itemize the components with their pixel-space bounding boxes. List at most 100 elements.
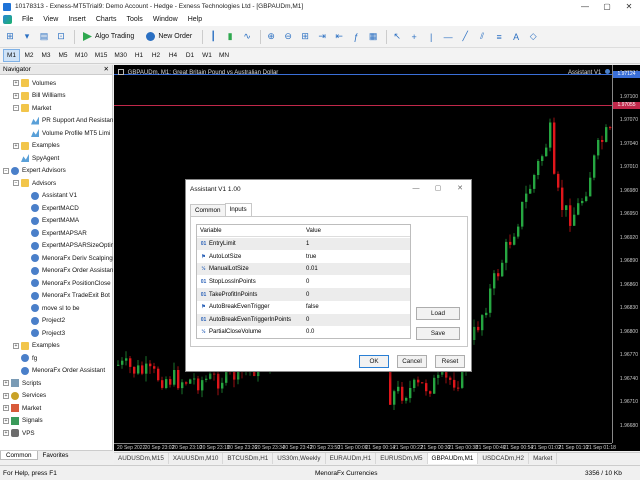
expand-icon[interactable]: + — [13, 342, 19, 349]
shapes-icon[interactable]: ◇ — [526, 30, 540, 44]
indicators-icon[interactable]: ƒ — [349, 30, 363, 44]
input-row[interactable]: ⚑ AutoLotSize true — [197, 251, 410, 263]
zoom-out-icon[interactable]: ⊖ — [281, 30, 295, 44]
navigator-item[interactable]: Project3 — [0, 327, 113, 339]
timeframe-m10[interactable]: M10 — [72, 49, 91, 62]
input-row[interactable]: 01 TakeProfitInPoints 0 — [197, 288, 410, 301]
market-watch-icon[interactable]: ⊡ — [54, 30, 68, 44]
navigator-item[interactable]: fg — [0, 352, 113, 364]
timeframe-h2[interactable]: H2 — [148, 49, 164, 62]
navigator-item[interactable]: + Volumes — [0, 77, 113, 89]
menu-charts[interactable]: Charts — [96, 16, 117, 23]
expand-icon[interactable]: + — [13, 142, 19, 149]
vertical-line-icon[interactable]: | — [424, 30, 438, 44]
menu-insert[interactable]: Insert — [68, 16, 86, 23]
profiles-icon[interactable]: ▤ — [37, 30, 51, 44]
navigator-item[interactable]: ExpertMAPSARSizeOptim — [0, 240, 113, 252]
timeframe-m15[interactable]: M15 — [92, 49, 111, 62]
timeframe-m5[interactable]: M5 — [55, 49, 71, 62]
input-value[interactable]: true — [306, 254, 316, 260]
expand-icon[interactable]: + — [3, 417, 9, 424]
timeframe-h1[interactable]: H1 — [131, 49, 147, 62]
input-value[interactable]: 0.01 — [306, 266, 318, 272]
line-chart-icon[interactable]: ∿ — [240, 30, 254, 44]
chart-tab[interactable]: EURUSDm,M5 — [376, 453, 428, 464]
fibonacci-icon[interactable]: ≡ — [492, 30, 506, 44]
navigator-item[interactable]: MenoraFx Deriv Scalping — [0, 252, 113, 264]
input-value[interactable]: 0 — [306, 317, 309, 323]
input-value[interactable]: 0 — [306, 292, 309, 298]
navigator-item[interactable]: + VPS — [0, 427, 113, 439]
chart-tab[interactable]: GBPAUDm,M1 — [427, 453, 479, 464]
input-row[interactable]: 01 AutoBreakEvenTriggerInPoints 0 — [197, 313, 410, 326]
dialog-maximize-button[interactable]: ▢ — [427, 180, 449, 196]
navigator-item[interactable]: MenoraFx Order Assistan — [0, 265, 113, 277]
navigator-item[interactable]: − Market — [0, 102, 113, 114]
navigator-item[interactable]: MenoraFx PositionClose — [0, 277, 113, 289]
chart-tab[interactable]: USDCADm,H2 — [478, 453, 530, 464]
input-row[interactable]: ½ ManualLotSize 0.01 — [197, 263, 410, 276]
collapse-icon[interactable]: − — [3, 167, 9, 174]
navigator-item[interactable]: Volume Profile MT5 Limi — [0, 127, 113, 139]
timeframe-m30[interactable]: M30 — [111, 49, 130, 62]
navigator-item[interactable]: ExpertMACD — [0, 202, 113, 214]
chart-tab[interactable]: XAUUSDm,M10 — [169, 453, 224, 464]
status-profile[interactable]: MenoraFx Currencies — [315, 470, 378, 477]
menu-view[interactable]: View — [43, 16, 58, 23]
navigator-item[interactable]: Assistant V1 — [0, 190, 113, 202]
timeframe-h4[interactable]: H4 — [165, 49, 181, 62]
timeframe-w1[interactable]: W1 — [199, 49, 215, 62]
input-value[interactable]: false — [306, 304, 319, 310]
tab-common[interactable]: Common — [0, 451, 38, 460]
chart-menu-icon[interactable] — [118, 69, 124, 75]
tab-favorites[interactable]: Favorites — [38, 451, 74, 460]
timeframe-mn[interactable]: MN — [216, 49, 232, 62]
tab-inputs[interactable]: Inputs — [224, 203, 252, 216]
timeframe-d1[interactable]: D1 — [182, 49, 198, 62]
expand-icon[interactable]: + — [3, 405, 9, 411]
chart-tab[interactable]: BTCUSDm,H1 — [223, 453, 274, 464]
input-row[interactable]: 01 StopLossInPoints 0 — [197, 276, 410, 288]
grid-icon[interactable]: ⊞ — [298, 30, 312, 44]
text-icon[interactable]: A — [509, 30, 523, 44]
minimize-button[interactable]: — — [574, 0, 596, 13]
dialog-minimize-button[interactable]: — — [405, 180, 427, 196]
channel-icon[interactable]: ⫽ — [475, 30, 489, 44]
chart-tab[interactable]: EURAUDm,H1 — [326, 453, 377, 464]
timeframe-m1[interactable]: M1 — [3, 49, 21, 62]
navigator-item[interactable]: + Services — [0, 390, 113, 402]
navigator-item[interactable]: + Examples — [0, 340, 113, 352]
load-button[interactable]: Load — [416, 307, 460, 320]
expand-icon[interactable]: + — [3, 430, 9, 436]
menu-window[interactable]: Window — [153, 16, 178, 23]
navigator-item[interactable]: − Expert Advisors — [0, 165, 113, 177]
navigator-item[interactable]: Project2 — [0, 315, 113, 327]
navigator-close-button[interactable]: ✕ — [104, 65, 109, 75]
input-value[interactable]: 1 — [306, 241, 309, 247]
input-row[interactable]: 01 EntryLimit 1 — [197, 238, 410, 251]
chart-tab[interactable]: US30m,Weekly — [273, 453, 326, 464]
chart-tab[interactable]: AUDUSDm,M15 — [114, 453, 169, 464]
navigator-item[interactable]: ExpertMAMA — [0, 215, 113, 227]
templates-icon[interactable]: ▦ — [366, 30, 380, 44]
navigator-item[interactable]: ExpertMAPSAR — [0, 227, 113, 239]
navigator-item[interactable]: + Scripts — [0, 377, 113, 389]
save-button[interactable]: Save — [416, 327, 460, 340]
expand-icon[interactable]: + — [13, 92, 19, 99]
ok-button[interactable]: OK — [359, 355, 389, 368]
expand-icon[interactable]: + — [3, 392, 9, 399]
navigator-item[interactable]: SpyAgent — [0, 152, 113, 164]
navigator-item[interactable]: + Examples — [0, 140, 113, 152]
expand-icon[interactable]: + — [3, 380, 9, 386]
navigator-item[interactable]: MenoraFx TradeExit Bot — [0, 290, 113, 302]
navigator-item[interactable]: PR Support And Resistan — [0, 115, 113, 127]
navigator-item[interactable]: + Signals — [0, 415, 113, 427]
chart-dropdown-icon[interactable]: ▾ — [20, 30, 34, 44]
crosshair-icon[interactable]: + — [407, 30, 421, 44]
expand-icon[interactable]: + — [13, 80, 19, 86]
dialog-close-button[interactable]: ✕ — [449, 180, 471, 196]
menu-tools[interactable]: Tools — [126, 16, 142, 23]
chart-tab[interactable]: Market — [529, 453, 558, 464]
cursor-icon[interactable]: ↖ — [390, 30, 404, 44]
new-order-button[interactable]: New Order — [141, 29, 197, 45]
